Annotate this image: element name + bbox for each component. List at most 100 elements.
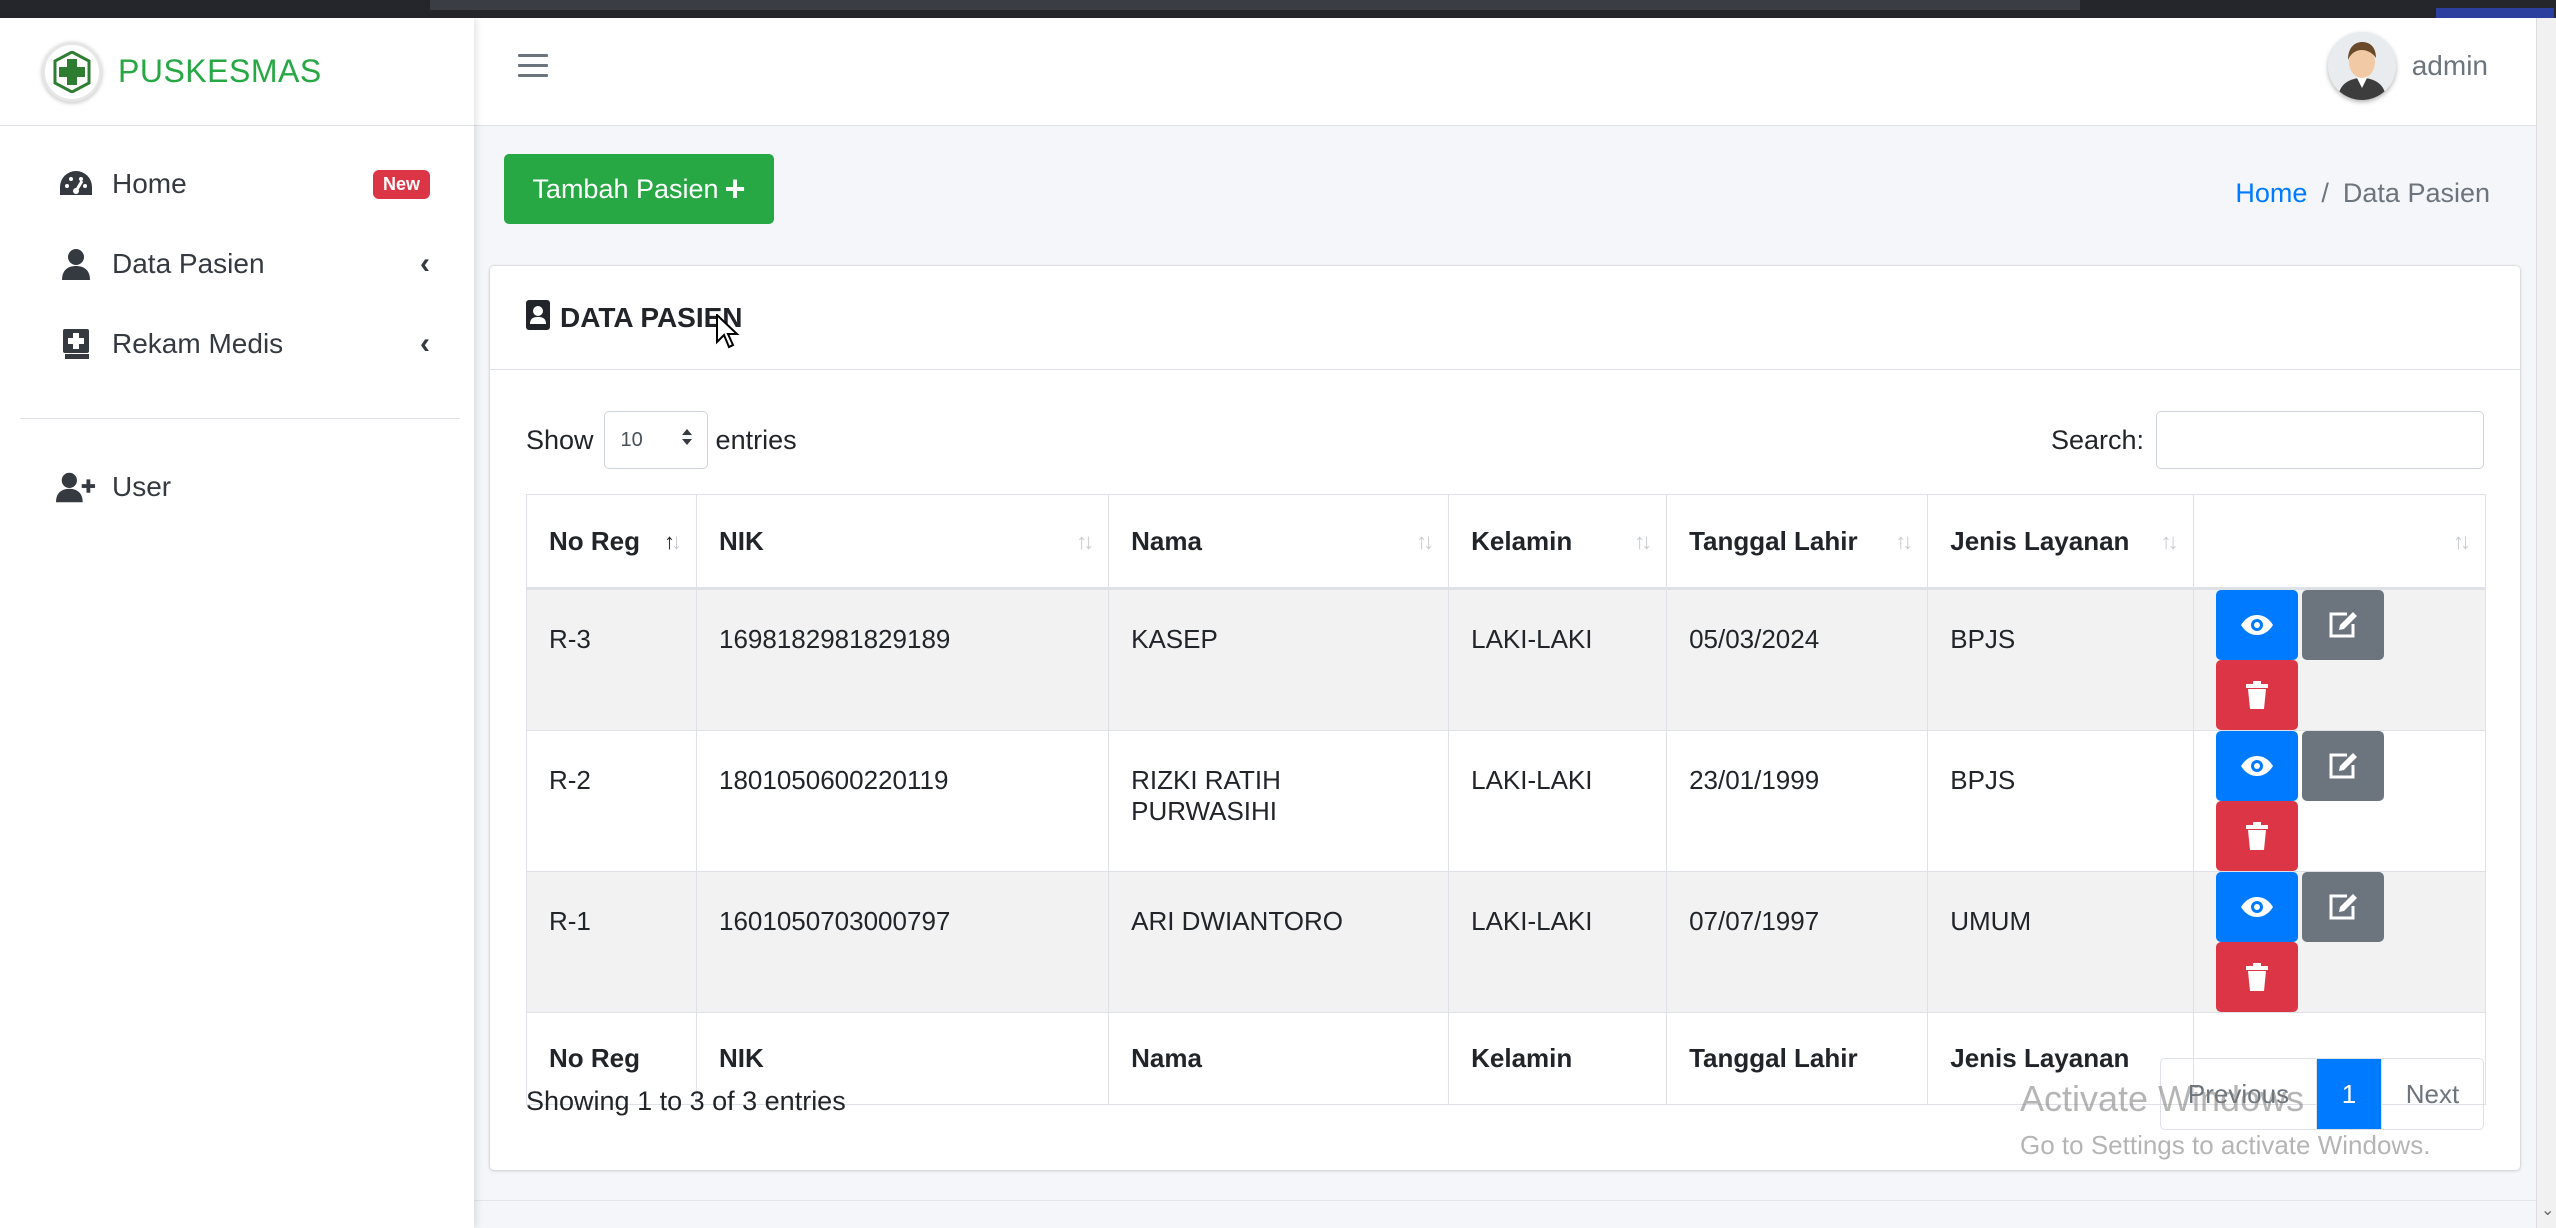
puskesmas-logo-icon <box>42 41 102 102</box>
view-button[interactable] <box>2215 872 2298 942</box>
new-badge: New <box>372 169 430 199</box>
cell-jenis-layanan: UMUM <box>1927 871 2194 1013</box>
cell-nama: KASEP <box>1108 588 1450 731</box>
search-input[interactable] <box>2156 411 2484 469</box>
brand-name: PUSKESMAS <box>118 53 322 89</box>
eye-icon <box>2240 897 2273 917</box>
browser-tab-bar <box>430 0 2080 10</box>
table-row: R-2 1801050600220119 RIZKI RATIH PURWASI… <box>526 730 2487 872</box>
column-header-nik[interactable]: NIK ↑↓ <box>695 494 1110 590</box>
sidebar-nav: Home New Data Pasien ‹ Rekam Medis ‹ Use… <box>0 126 474 527</box>
delete-button[interactable] <box>2215 942 2298 1012</box>
cell-actions <box>2192 730 2487 872</box>
page-length-control: Show 10 entries <box>526 410 797 470</box>
cell-kelamin: LAKI-LAKI <box>1448 730 1668 872</box>
sidebar-item-label: Home <box>112 168 187 199</box>
vertical-scrollbar[interactable]: ⌄ <box>2536 18 2556 1228</box>
column-header-no-reg[interactable]: No Reg ↑↓ <box>526 494 697 590</box>
sidebar-item-label: Data Pasien <box>112 248 265 279</box>
avatar <box>2327 32 2396 100</box>
cell-actions <box>2192 871 2487 1013</box>
table-row: R-1 1601050703000797 ARI DWIANTORO LAKI-… <box>526 871 2487 1013</box>
sidebar-item-rekam-medis[interactable]: Rekam Medis ‹ <box>0 304 474 384</box>
breadcrumb-separator: / <box>2321 178 2329 208</box>
edit-button[interactable] <box>2301 731 2384 801</box>
sidebar-item-label: User <box>112 471 172 502</box>
sort-icon: ↑↓ <box>2160 529 2179 554</box>
breadcrumb: Home / Data Pasien <box>2235 178 2490 209</box>
medical-book-icon <box>56 328 96 360</box>
footer-nama: Nama <box>1108 1012 1450 1105</box>
cell-jenis-layanan: BPJS <box>1927 588 2194 731</box>
user-menu[interactable]: admin <box>2327 32 2488 100</box>
user-plus-icon <box>56 471 96 503</box>
mouse-cursor-icon <box>716 312 740 355</box>
show-label: Show <box>526 424 594 455</box>
column-header-kelamin[interactable]: Kelamin ↑↓ <box>1448 494 1668 590</box>
edit-button[interactable] <box>2301 872 2384 942</box>
table-row: R-3 1698182981829189 KASEP LAKI-LAKI 05/… <box>526 588 2487 731</box>
cell-kelamin: LAKI-LAKI <box>1448 588 1668 731</box>
cell-nik: 1698182981829189 <box>695 588 1110 731</box>
brand[interactable]: PUSKESMAS <box>0 18 474 126</box>
entries-select[interactable]: 10 <box>603 411 708 469</box>
page-footer <box>474 1200 2536 1228</box>
table-controls: Show 10 entries Search: <box>526 410 2484 470</box>
cell-actions <box>2192 588 2487 731</box>
scroll-down-arrow-icon[interactable]: ⌄ <box>2541 1200 2554 1220</box>
trash-icon <box>2245 822 2268 850</box>
column-header-nama[interactable]: Nama ↑↓ <box>1108 494 1450 590</box>
entries-label: entries <box>715 424 797 455</box>
trash-icon <box>2245 963 2268 991</box>
add-patient-label: Tambah Pasien <box>532 173 719 204</box>
table-header-row: No Reg ↑↓ NIK ↑↓ Nama ↑↓ Kelamin ↑↓ Tanggal … <box>526 494 2487 590</box>
cell-tanggal-lahir: 07/07/1997 <box>1666 871 1929 1013</box>
column-header-actions[interactable]: ↑↓ <box>2192 494 2487 590</box>
cell-tanggal-lahir: 05/03/2024 <box>1666 588 1929 731</box>
cell-no-reg: R-2 <box>526 730 697 872</box>
cell-no-reg: R-1 <box>526 871 697 1013</box>
address-card-icon <box>526 300 552 335</box>
top-header: admin <box>474 18 2536 126</box>
sidebar-item-user[interactable]: User <box>0 447 474 527</box>
edit-icon <box>2329 612 2357 638</box>
delete-button[interactable] <box>2215 801 2298 871</box>
eye-icon <box>2240 615 2273 635</box>
footer-tanggal-lahir: Tanggal Lahir <box>1666 1012 1929 1105</box>
table-info: Showing 1 to 3 of 3 entries <box>526 1086 846 1116</box>
patient-data-card: DATA PASIEN Show 10 entries Search: No R… <box>490 266 2520 1170</box>
sort-asc-icon: ↑↓ <box>664 529 682 554</box>
sidebar-divider <box>20 418 460 419</box>
cell-nama: RIZKI RATIH PURWASIHI <box>1108 730 1450 872</box>
cell-jenis-layanan: BPJS <box>1927 730 2194 872</box>
sort-icon: ↑↓ <box>1634 529 1652 554</box>
app-window: PUSKESMAS Home New Data Pasien ‹ Rekam M… <box>0 18 2536 1228</box>
select-updown-icon <box>681 428 693 452</box>
sidebar: PUSKESMAS Home New Data Pasien ‹ Rekam M… <box>0 18 474 1228</box>
entries-select-value: 10 <box>620 428 643 451</box>
watermark-title: Activate Windows <box>2020 1078 2305 1119</box>
view-button[interactable] <box>2215 731 2298 801</box>
windows-activation-watermark: Activate Windows Go to Settings to activ… <box>2020 1078 2430 1161</box>
cell-nik: 1801050600220119 <box>695 730 1110 872</box>
chevron-left-icon: ‹ <box>420 327 430 360</box>
sidebar-item-data-pasien[interactable]: Data Pasien ‹ <box>0 224 474 304</box>
footer-kelamin: Kelamin <box>1448 1012 1668 1105</box>
sort-icon: ↑↓ <box>1895 529 1913 554</box>
sidebar-item-home[interactable]: Home New <box>0 144 474 224</box>
edit-button[interactable] <box>2301 590 2384 660</box>
view-button[interactable] <box>2215 590 2298 660</box>
tachometer-icon <box>56 168 96 200</box>
column-header-tanggal-lahir[interactable]: Tanggal Lahir ↑↓ <box>1666 494 1929 590</box>
watermark-subtitle: Go to Settings to activate Windows. <box>2020 1130 2431 1160</box>
edit-icon <box>2329 753 2357 779</box>
cell-kelamin: LAKI-LAKI <box>1448 871 1668 1013</box>
card-header: DATA PASIEN <box>490 266 2520 370</box>
hamburger-menu-icon[interactable] <box>518 54 548 80</box>
delete-button[interactable] <box>2215 660 2298 730</box>
search-control: Search: <box>2051 410 2484 470</box>
breadcrumb-home-link[interactable]: Home <box>2235 178 2307 208</box>
chevron-left-icon: ‹ <box>420 247 430 280</box>
add-patient-button[interactable]: Tambah Pasien + <box>504 154 774 224</box>
column-header-jenis-layanan[interactable]: Jenis Layanan ↑↓ <box>1927 494 2194 590</box>
